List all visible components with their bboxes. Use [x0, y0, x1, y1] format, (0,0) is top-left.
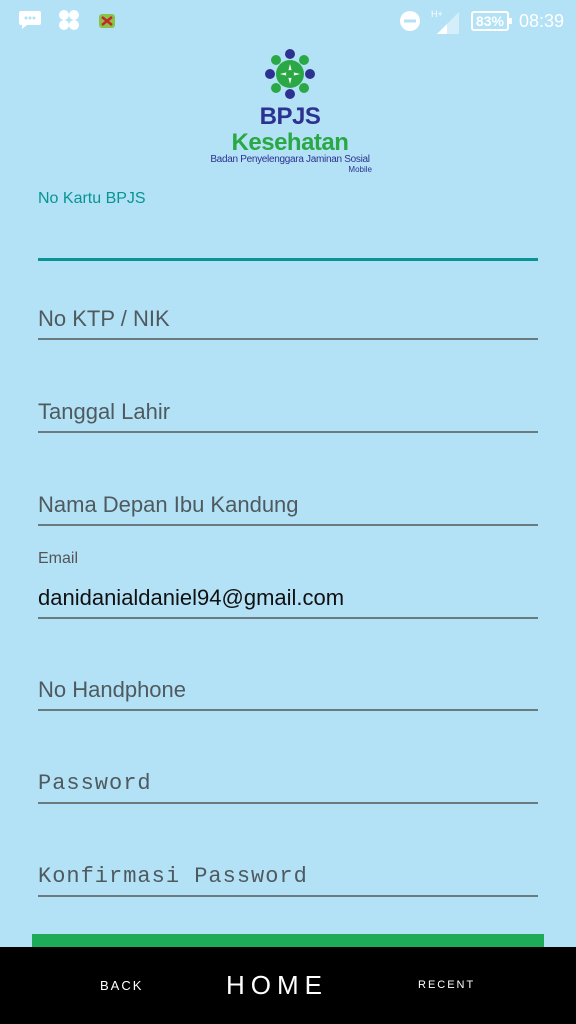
clock: 08:39 [518, 10, 564, 31]
no-ktp-placeholder: No KTP / NIK [38, 306, 170, 331]
do-not-disturb-icon [399, 11, 420, 31]
bpjs-logo: BPJS Kesehatan Badan Penyelenggara Jamin… [200, 48, 380, 174]
no-ktp-input[interactable]: No KTP / NIK [38, 302, 538, 340]
nama-ibu-placeholder: Nama Depan Ibu Kandung [38, 492, 299, 517]
logo-kesehatan-text: Kesehatan [231, 129, 349, 156]
home-button[interactable]: HOME [226, 947, 328, 1024]
status-right: H+ 83% 08:39 [399, 8, 564, 34]
nama-ibu-input[interactable]: Nama Depan Ibu Kandung [38, 488, 538, 526]
logo-bpjs-text: BPJS [259, 103, 321, 130]
konfirmasi-password-placeholder: Konfirmasi Password [38, 864, 308, 889]
signal-icon: H+ [431, 9, 459, 34]
tanggal-lahir-input[interactable]: Tanggal Lahir [38, 395, 538, 433]
password-placeholder: Password [38, 771, 152, 796]
message-icon [19, 11, 41, 29]
email-label: Email [38, 550, 79, 567]
navigation-bar: BACK HOME RECENT [0, 947, 576, 1024]
no-handphone-input[interactable]: No Handphone [38, 673, 538, 711]
no-kartu-input[interactable] [38, 222, 538, 261]
password-input[interactable]: Password [38, 766, 538, 804]
bpjs-emblem-icon [265, 49, 315, 99]
no-handphone-placeholder: No Handphone [38, 677, 187, 702]
notification-icons [18, 8, 118, 32]
konfirmasi-password-input[interactable]: Konfirmasi Password [38, 859, 538, 897]
logo-title: BPJS Kesehatan [200, 104, 380, 156]
bbm-icon [59, 10, 79, 30]
email-value: danidanialdaniel94@gmail.com [38, 585, 345, 610]
recent-button[interactable]: RECENT [418, 947, 475, 1024]
svg-text:H+: H+ [431, 9, 443, 19]
logo-mobile: Mobile [348, 165, 372, 174]
android-debug-icon [99, 14, 115, 28]
logo-subtitle: Badan Penyelenggara Jaminan Sosial [210, 154, 370, 165]
tanggal-lahir-placeholder: Tanggal Lahir [38, 399, 171, 424]
status-bar: H+ 83% 08:39 [0, 0, 576, 40]
battery-indicator: 83% [470, 11, 512, 31]
submit-button[interactable] [32, 934, 544, 948]
email-input[interactable]: danidanialdaniel94@gmail.com [38, 581, 538, 619]
back-button[interactable]: BACK [100, 947, 143, 1024]
no-kartu-label: No Kartu BPJS [38, 190, 146, 207]
